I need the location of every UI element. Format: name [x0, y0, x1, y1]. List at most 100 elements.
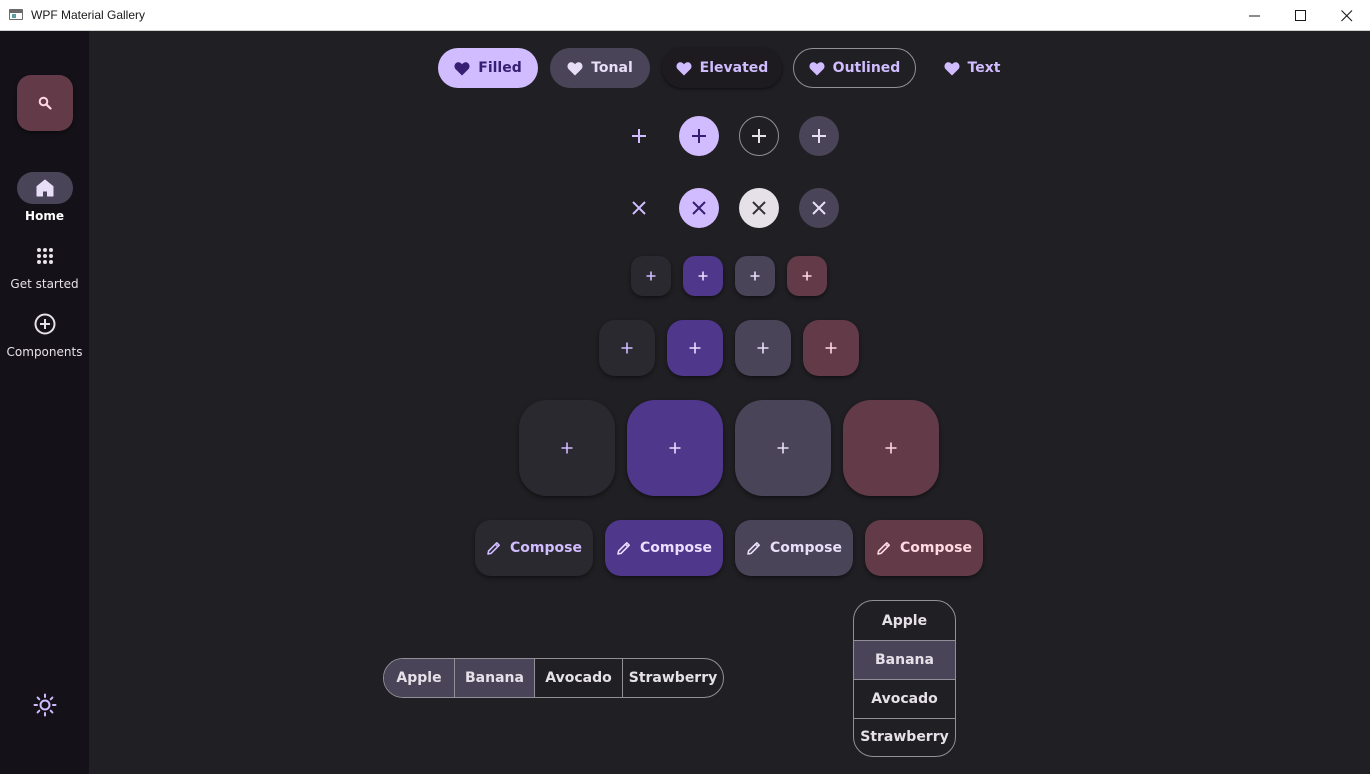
plus-icon	[646, 271, 656, 281]
pencil-icon	[617, 541, 631, 555]
sun-icon	[33, 693, 57, 717]
tonal-icon-button-add[interactable]	[799, 116, 839, 156]
extended-fab-secondary[interactable]: Compose	[735, 520, 853, 576]
heart-icon	[454, 61, 470, 75]
apps-grid-icon	[37, 248, 53, 264]
tonal-button-label: Tonal	[591, 60, 633, 76]
text-button-label: Text	[967, 60, 1001, 76]
fab-primary[interactable]	[667, 320, 723, 376]
extended-fab-tertiary[interactable]: Compose	[865, 520, 983, 576]
plus-icon	[777, 442, 789, 454]
pencil-icon	[747, 541, 761, 555]
close-icon	[752, 201, 766, 215]
close-icon	[632, 201, 646, 215]
close-icon	[692, 201, 706, 215]
plus-icon	[692, 129, 706, 143]
tonal-button[interactable]: Tonal	[550, 48, 650, 88]
tonal-icon-button-close[interactable]	[799, 188, 839, 228]
rail-label-home: Home	[25, 209, 64, 223]
outlined-button-label: Outlined	[832, 60, 901, 76]
segmented-button-horizontal: Apple Banana Avocado Strawberry	[383, 658, 724, 698]
plus-icon	[621, 342, 633, 354]
extended-fab-surface[interactable]: Compose	[475, 520, 593, 576]
maximize-button[interactable]	[1278, 0, 1324, 31]
segment-strawberry[interactable]: Strawberry	[854, 718, 955, 754]
rail-indicator	[17, 172, 73, 204]
filled-icon-button-add[interactable]	[679, 116, 719, 156]
elevated-button-label: Elevated	[699, 60, 769, 76]
plus-icon	[825, 342, 837, 354]
minimize-icon	[1249, 15, 1260, 17]
plus-icon	[757, 342, 769, 354]
outlined-button[interactable]: Outlined	[793, 48, 916, 88]
segment-avocado[interactable]: Avocado	[854, 679, 955, 718]
plus-icon	[750, 271, 760, 281]
filled-button-label: Filled	[478, 60, 522, 76]
segment-strawberry[interactable]: Strawberry	[622, 659, 723, 697]
large-fab-tertiary[interactable]	[843, 400, 939, 496]
segment-banana[interactable]: Banana	[454, 659, 534, 697]
large-fab-primary[interactable]	[627, 400, 723, 496]
elevated-button[interactable]: Elevated	[662, 48, 782, 88]
fab-secondary[interactable]	[735, 320, 791, 376]
large-fab-secondary[interactable]	[735, 400, 831, 496]
plus-icon	[752, 129, 766, 143]
rail-label-get-started: Get started	[10, 277, 79, 291]
close-icon	[1341, 10, 1353, 22]
standard-icon-button-add[interactable]	[619, 116, 659, 156]
app-icon	[9, 9, 23, 20]
plus-icon	[885, 442, 897, 454]
extended-fab-label: Compose	[900, 540, 972, 556]
outlined-icon-button-close-selected[interactable]	[739, 188, 779, 228]
navigation-rail: Home Get started Components	[0, 31, 89, 774]
rail-indicator	[17, 308, 73, 340]
heart-icon	[676, 61, 692, 75]
extended-fab-primary[interactable]: Compose	[605, 520, 723, 576]
small-fab-primary[interactable]	[683, 256, 723, 296]
rail-item-get-started[interactable]: Get started	[0, 240, 89, 300]
segmented-button-vertical: Apple Banana Avocado Strawberry	[853, 600, 956, 757]
maximize-icon	[1295, 10, 1306, 21]
small-fab-surface[interactable]	[631, 256, 671, 296]
rail-label-components: Components	[6, 345, 83, 359]
small-fab-secondary[interactable]	[735, 256, 775, 296]
home-icon	[36, 179, 54, 197]
plus-icon	[698, 271, 708, 281]
close-window-button[interactable]	[1324, 0, 1370, 31]
segment-banana[interactable]: Banana	[854, 640, 955, 679]
segment-apple[interactable]: Apple	[384, 659, 454, 697]
add-circle-icon	[34, 313, 56, 335]
extended-fab-label: Compose	[770, 540, 842, 556]
plus-icon	[632, 129, 646, 143]
extended-fab-label: Compose	[640, 540, 712, 556]
plus-icon	[689, 342, 701, 354]
segment-avocado[interactable]: Avocado	[534, 659, 622, 697]
heart-icon	[567, 61, 583, 75]
standard-icon-button-close[interactable]	[619, 188, 659, 228]
rail-indicator	[17, 240, 73, 272]
plus-icon	[812, 129, 826, 143]
text-button[interactable]: Text	[932, 48, 1012, 88]
plus-icon	[669, 442, 681, 454]
large-fab-surface[interactable]	[519, 400, 615, 496]
filled-button[interactable]: Filled	[438, 48, 538, 88]
pencil-icon	[487, 541, 501, 555]
extended-fab-label: Compose	[510, 540, 582, 556]
segment-apple[interactable]: Apple	[854, 601, 955, 640]
plus-icon	[802, 271, 812, 281]
fab-surface[interactable]	[599, 320, 655, 376]
rail-item-home[interactable]: Home	[0, 172, 89, 232]
close-icon	[812, 201, 826, 215]
search-fab[interactable]	[17, 75, 73, 131]
theme-toggle-button[interactable]	[33, 693, 57, 717]
plus-icon	[561, 442, 573, 454]
pencil-icon	[877, 541, 891, 555]
outlined-icon-button-add[interactable]	[739, 116, 779, 156]
small-fab-tertiary[interactable]	[787, 256, 827, 296]
title-bar: WPF Material Gallery	[0, 0, 1370, 31]
filled-icon-button-close[interactable]	[679, 188, 719, 228]
minimize-button[interactable]	[1232, 0, 1278, 31]
fab-tertiary[interactable]	[803, 320, 859, 376]
rail-item-components[interactable]: Components	[0, 308, 89, 368]
heart-icon	[944, 61, 960, 75]
